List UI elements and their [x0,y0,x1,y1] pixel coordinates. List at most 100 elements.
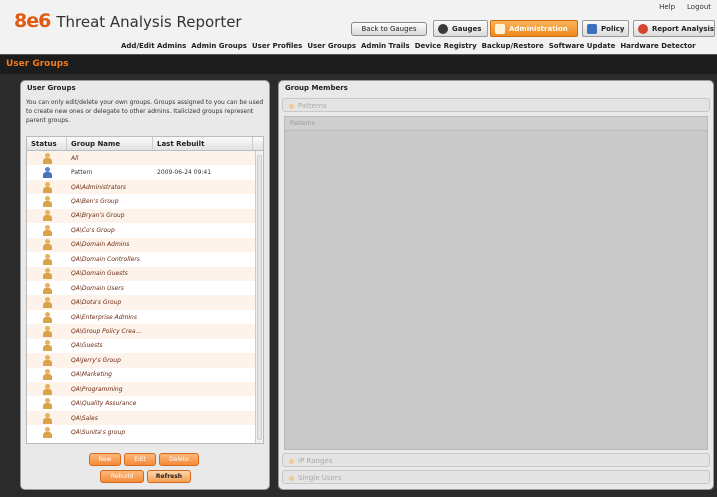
group-name-cell: QA\Bryan's Group [71,212,125,220]
group-name-cell: QA\Domain Controllers [71,255,140,263]
table-header: Status Group Name Last Rebuilt [27,137,263,151]
table-row[interactable]: QA\Group Policy Crea... [27,324,263,339]
subnav-device-registry[interactable]: Device Registry [415,42,477,50]
table-row[interactable]: QA\Domain Admins [27,237,263,253]
rebuild-group-button[interactable]: Rebuild [100,470,144,483]
tab-gauges[interactable]: Gauges [433,20,488,37]
user-group-icon [42,253,52,265]
admin-subnav: Add/Edit Admins Admin Groups User Profil… [121,42,696,50]
table-row[interactable]: QA\Marketing [27,367,263,382]
subnav-user-profiles[interactable]: User Profiles [252,42,302,50]
logo-mark: 8e6 [14,10,51,32]
status-cell [27,268,67,280]
report-icon [638,23,648,34]
table-row[interactable]: QA\Administrators [27,179,263,195]
app-logo: 8e6 Threat Analysis Reporter [14,10,242,34]
user-group-icon [42,354,52,366]
patterns-column-header: Patterns [285,117,707,131]
status-cell [27,412,67,424]
user-groups-table: Status Group Name Last Rebuilt All Patter… [26,136,264,444]
refresh-button[interactable]: Refresh [147,470,191,483]
status-cell [27,383,67,395]
group-name-cell: QA\Jerry's Group [71,356,121,364]
table-row[interactable]: QA\Domain Guests [27,266,263,281]
table-row[interactable]: QA\Domain Controllers [27,252,263,267]
logout-link[interactable]: Logout [687,3,711,11]
table-row[interactable]: QA\Bryan's Group [27,208,263,224]
status-cell [27,239,67,251]
tab-policy[interactable]: Policy [582,20,629,37]
policy-icon [587,23,597,34]
column-status[interactable]: Status [27,137,67,150]
user-group-icon [42,210,52,222]
user-group-icon [42,152,52,164]
table-scrollbar[interactable] [255,151,263,443]
user-group-icon [42,239,52,251]
table-row[interactable]: QA\Enterprise Admins [27,309,263,325]
user-group-icon [42,412,52,424]
group-name-cell: QA\Sunita's group [71,429,126,437]
column-group-name[interactable]: Group Name [67,137,153,150]
table-row[interactable]: QA\Domain Users [27,280,263,296]
ip-ranges-section-label: IP Ranges [298,457,333,465]
patterns-bullet-icon [289,103,294,109]
column-last-rebuilt[interactable]: Last Rebuilt [153,137,253,150]
group-name-cell: All [71,154,79,162]
page-title-bar: User Groups [0,54,717,74]
table-row[interactable]: QA\Jerry's Group [27,353,263,368]
status-cell [27,297,67,309]
gauge-icon [438,23,448,34]
table-row[interactable]: QA\Sales [27,410,263,426]
status-cell [27,224,67,236]
single-users-section-header[interactable]: Single Users [282,470,710,484]
subnav-software-update[interactable]: Software Update [549,42,616,50]
help-link[interactable]: Help [659,3,675,11]
subnav-user-groups[interactable]: User Groups [307,42,356,50]
table-row[interactable]: Pattern 2009-06-24 09:41 [27,165,263,180]
tab-administration[interactable]: Administration [490,20,578,37]
status-cell [27,181,67,193]
subnav-admin-trails[interactable]: Admin Trails [361,42,410,50]
status-cell [27,354,67,366]
subnav-add-edit-admins[interactable]: Add/Edit Admins [121,42,186,50]
group-name-cell: QA\Enterprise Admins [71,313,137,321]
user-group-icon [42,268,52,280]
page-title: User Groups [6,59,69,69]
status-cell [27,369,67,381]
table-row[interactable]: QA\Sunita's group [27,425,263,440]
status-cell [27,196,67,208]
user-group-icon [42,369,52,381]
group-name-cell: QA\Administrators [71,183,126,191]
subnav-hardware-detector[interactable]: Hardware Detector [620,42,695,50]
group-name-cell: QA\Quality Assurance [71,400,137,408]
group-name-cell: QA\Domain Users [71,284,124,292]
group-name-cell: QA\Domain Admins [71,241,130,249]
status-cell [27,427,67,439]
ip-ranges-section-header[interactable]: IP Ranges [282,453,710,467]
tab-policy-label: Policy [601,24,625,33]
table-row[interactable]: QA\Guests [27,338,263,354]
new-group-button[interactable]: New [89,453,121,466]
tab-administration-label: Administration [509,24,568,33]
table-row[interactable]: QA\Ben's Group [27,194,263,209]
table-row[interactable]: All [27,151,263,166]
status-cell [27,167,67,179]
user-group-icon [42,196,52,208]
user-group-icon [42,427,52,439]
status-cell [27,398,67,410]
subnav-backup-restore[interactable]: Backup/Restore [482,42,544,50]
subnav-admin-groups[interactable]: Admin Groups [191,42,247,50]
delete-group-button[interactable]: Delete [159,453,199,466]
table-row[interactable]: QA\Programming [27,382,263,397]
user-group-icon [42,311,52,323]
user-group-icon [42,282,52,294]
single-users-section-label: Single Users [298,474,342,482]
back-to-gauges-button[interactable]: Back to Gauges [351,22,427,36]
edit-group-button[interactable]: Edit [124,453,156,466]
table-row[interactable]: QA\Quality Assurance [27,396,263,411]
table-row[interactable]: QA\Dota's Group [27,295,263,310]
scrollbar-thumb[interactable] [257,155,262,440]
tab-report-analysis[interactable]: Report Analysis [633,20,715,37]
table-row[interactable]: QA\Co's Group [27,223,263,238]
patterns-section-header[interactable]: Patterns [282,98,710,112]
